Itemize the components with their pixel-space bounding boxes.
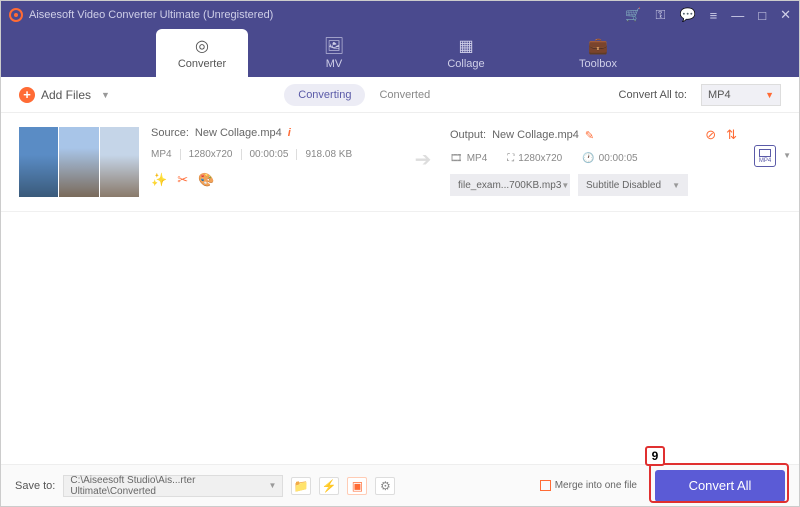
- toolbox-icon: 💼: [588, 36, 608, 56]
- clock-icon: 🕐: [582, 153, 594, 164]
- source-block: Source: New Collage.mp4 i MP4 1280x720 0…: [151, 127, 396, 188]
- add-files-label: Add Files: [41, 88, 91, 102]
- lightning-off-icon[interactable]: ⚡: [319, 477, 339, 495]
- annotation-step-marker: 9: [645, 446, 665, 466]
- save-to-label: Save to:: [15, 480, 55, 492]
- menu-icon[interactable]: ≡: [710, 8, 718, 23]
- chevron-down-icon: ▼: [561, 181, 569, 190]
- cut-icon[interactable]: ✂: [177, 172, 188, 188]
- save-path-value: C:\Aiseesoft Studio\Ais...rter Ultimate\…: [70, 475, 268, 497]
- chevron-down-icon: ▼: [268, 481, 276, 490]
- open-folder-icon[interactable]: 📁: [291, 477, 311, 495]
- chevron-down-icon: ▼: [765, 90, 774, 100]
- adjust-icon[interactable]: ⇅: [726, 127, 737, 143]
- output-format: MP4: [467, 153, 488, 164]
- tab-toolbox[interactable]: 💼 Toolbox: [552, 29, 644, 77]
- warning-icon[interactable]: ⊘: [705, 127, 716, 143]
- tab-label: MV: [326, 58, 343, 70]
- file-item-row: Source: New Collage.mp4 i MP4 1280x720 0…: [1, 113, 799, 212]
- subtab-converting[interactable]: Converting: [284, 84, 365, 106]
- wand-icon[interactable]: ✨: [151, 172, 167, 188]
- output-resolution: 1280x720: [518, 153, 562, 164]
- palette-icon[interactable]: 🎨: [198, 172, 214, 188]
- audio-value: file_exam...700KB.mp3: [458, 180, 561, 191]
- app-logo: [9, 8, 23, 22]
- toolbar: + Add Files ▼ Converting Converted Conve…: [1, 77, 799, 113]
- subtab-converted[interactable]: Converted: [365, 84, 444, 106]
- empty-area: [1, 212, 799, 464]
- edit-icon[interactable]: ✎: [585, 129, 594, 142]
- converter-icon: ◎: [195, 36, 209, 56]
- tab-converter[interactable]: ◎ Converter: [156, 29, 248, 77]
- source-filename: New Collage.mp4: [195, 127, 282, 139]
- chevron-down-icon: ▼: [783, 151, 791, 160]
- subtitle-value: Subtitle Disabled: [586, 180, 661, 191]
- titlebar: Aiseesoft Video Converter Ultimate (Unre…: [1, 1, 799, 29]
- source-size: 918.08 KB: [305, 149, 360, 160]
- output-label: Output:: [450, 129, 486, 141]
- source-format: MP4: [151, 149, 181, 160]
- tab-label: Collage: [447, 58, 484, 70]
- subtitle-select[interactable]: Subtitle Disabled ▼: [578, 174, 688, 196]
- maximize-icon[interactable]: □: [758, 8, 766, 23]
- convert-all-to-label: Convert All to:: [619, 89, 687, 101]
- merge-label: Merge into one file: [555, 480, 637, 491]
- film-icon: 🎞: [450, 153, 463, 164]
- output-duration: 00:00:05: [599, 153, 638, 164]
- format-badge: MP4: [759, 158, 771, 164]
- main-tabs: ◎ Converter 🖼 MV ▦ Collage 💼 Toolbox: [1, 29, 799, 77]
- mv-icon: 🖼: [324, 36, 344, 56]
- key-icon[interactable]: ⚿: [656, 7, 666, 23]
- source-meta: MP4 1280x720 00:00:05 918.08 KB: [151, 149, 396, 160]
- window-title: Aiseesoft Video Converter Ultimate (Unre…: [29, 9, 625, 21]
- cart-icon[interactable]: 🛒: [625, 7, 641, 23]
- plus-icon: +: [19, 87, 35, 103]
- convert-all-button[interactable]: Convert All: [655, 470, 785, 502]
- tab-label: Converter: [178, 58, 226, 70]
- settings-icon[interactable]: ⚙: [375, 477, 395, 495]
- chevron-down-icon: ▼: [672, 181, 680, 190]
- feedback-icon[interactable]: 💬: [679, 7, 695, 23]
- expand-icon: ⛶: [507, 153, 514, 164]
- arrow-icon: ➔: [408, 127, 438, 172]
- merge-checkbox[interactable]: Merge into one file: [540, 480, 637, 491]
- footer: Save to: C:\Aiseesoft Studio\Ais...rter …: [1, 464, 799, 506]
- close-icon[interactable]: ✕: [780, 7, 791, 23]
- checkbox-icon: [540, 480, 551, 491]
- video-thumbnail[interactable]: [19, 127, 139, 197]
- add-files-button[interactable]: + Add Files ▼: [19, 87, 110, 103]
- tab-mv[interactable]: 🖼 MV: [288, 29, 380, 77]
- collage-icon: ▦: [458, 36, 473, 56]
- tab-collage[interactable]: ▦ Collage: [420, 29, 512, 77]
- save-path-select[interactable]: C:\Aiseesoft Studio\Ais...rter Ultimate\…: [63, 475, 283, 497]
- convert-all-format-select[interactable]: MP4 ▼: [701, 84, 781, 106]
- gpu-on-icon[interactable]: ▣: [347, 477, 367, 495]
- info-icon[interactable]: i: [288, 127, 291, 139]
- source-duration: 00:00:05: [250, 149, 298, 160]
- audio-track-select[interactable]: file_exam...700KB.mp3▼: [450, 174, 570, 196]
- output-format-button[interactable]: MP4 ▼: [749, 127, 781, 167]
- source-label: Source:: [151, 127, 189, 139]
- output-filename: New Collage.mp4: [492, 129, 579, 141]
- chevron-down-icon: ▼: [101, 90, 110, 100]
- status-subtabs: Converting Converted: [284, 84, 444, 106]
- format-value: MP4: [708, 89, 731, 101]
- minimize-icon[interactable]: —: [731, 8, 744, 23]
- output-block: Output: New Collage.mp4 ✎ ⊘ ⇅ 🎞 MP4 ⛶ 1280…: [450, 127, 737, 196]
- source-resolution: 1280x720: [189, 149, 242, 160]
- tab-label: Toolbox: [579, 58, 617, 70]
